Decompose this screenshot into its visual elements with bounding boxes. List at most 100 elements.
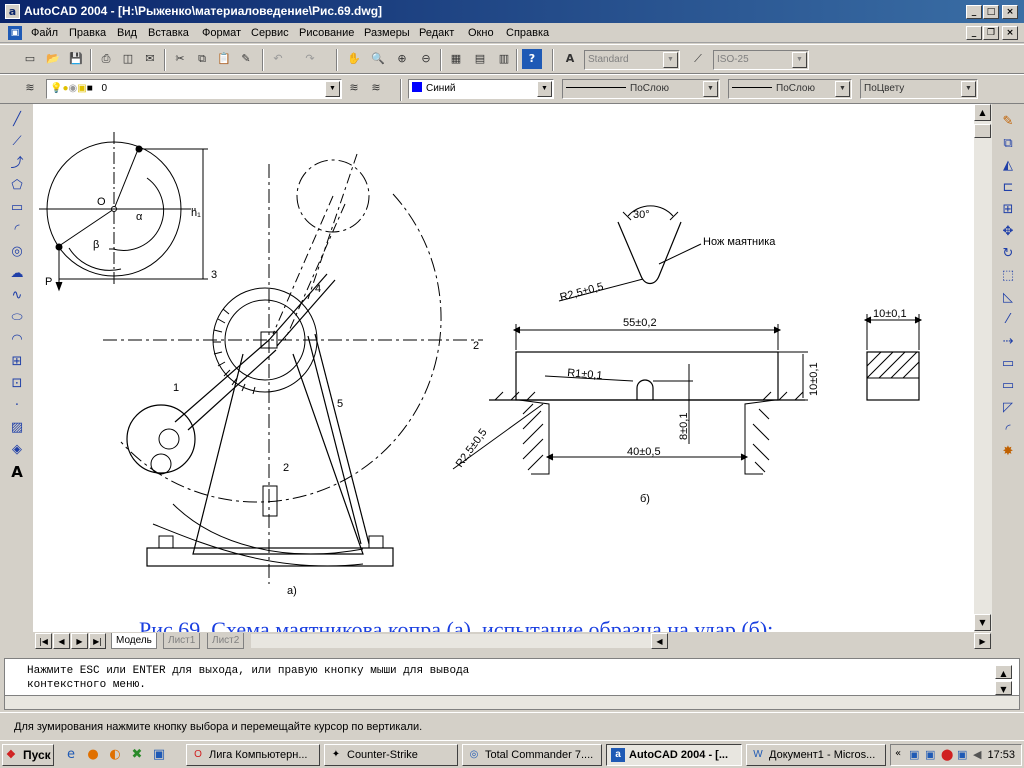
menu-draw[interactable]: Рисование <box>299 27 354 39</box>
tray-expand-icon[interactable]: « <box>895 748 901 759</box>
layer-manager-icon[interactable]: ≋ <box>20 78 40 98</box>
menu-edit[interactable]: Правка <box>69 27 106 39</box>
dim-style-icon[interactable]: ⟋ <box>688 49 708 69</box>
hscroll-left-icon[interactable]: ◀ <box>651 633 668 649</box>
autocad-app-icon[interactable]: a <box>5 4 20 19</box>
copy-icon[interactable]: ⧉ <box>192 49 212 69</box>
zoom-realtime-icon[interactable]: 🔍 <box>368 49 388 69</box>
trim-icon[interactable]: ⁄ <box>998 310 1018 330</box>
document-icon[interactable]: ▣ <box>8 26 22 40</box>
make-block-icon[interactable]: ⊡ <box>7 374 27 394</box>
ie-icon[interactable]: e <box>62 746 80 764</box>
explode-icon[interactable]: ✸ <box>998 442 1018 462</box>
revcloud-icon[interactable]: ☁ <box>7 264 27 284</box>
chamfer-icon[interactable]: ◸ <box>998 398 1018 418</box>
scroll-thumb[interactable] <box>974 124 991 138</box>
task-liga[interactable]: O Лига Компьютерн... <box>186 744 320 766</box>
tab-model[interactable]: Модель <box>111 633 157 649</box>
ellipse-arc-icon[interactable]: ◠ <box>7 330 27 350</box>
tool-palettes-icon[interactable]: ▥ <box>494 49 514 69</box>
volume-icon[interactable]: ◀ <box>973 748 981 761</box>
offset-icon[interactable]: ⊏ <box>998 178 1018 198</box>
cmd-scroll-down-icon[interactable]: ▼ <box>995 681 1012 695</box>
arc-icon[interactable]: ◜ <box>7 220 27 240</box>
ellipse-icon[interactable]: ⬭ <box>7 308 27 328</box>
pan-icon[interactable]: ✋ <box>344 49 364 69</box>
task-autocad[interactable]: a AutoCAD 2004 - [... <box>606 744 742 766</box>
tab-last-icon[interactable]: ▶| <box>89 633 106 649</box>
zoom-window-icon[interactable]: ⊕ <box>392 49 412 69</box>
command-input[interactable] <box>5 695 1019 709</box>
tab-prev-icon[interactable]: ◀ <box>53 633 70 649</box>
publish-icon[interactable]: ✉ <box>140 49 160 69</box>
display-icon[interactable]: ▣ <box>957 748 967 761</box>
firefox-icon[interactable]: ● <box>84 746 102 764</box>
point-icon[interactable]: · <box>7 396 27 416</box>
network2-icon[interactable]: ▣ <box>925 748 935 761</box>
text-style-icon[interactable]: A <box>560 49 580 69</box>
start-button[interactable]: ❖ Пуск <box>2 744 54 766</box>
hscroll-right-icon[interactable]: ▶ <box>974 633 991 649</box>
dim-style-select[interactable]: ISO-25 ▼ <box>713 50 809 70</box>
preview-icon[interactable]: ◫ <box>118 49 138 69</box>
menu-modify[interactable]: Редакт <box>419 27 454 39</box>
linetype-select[interactable]: ПоСлою ▼ <box>562 79 720 99</box>
menu-view[interactable]: Вид <box>117 27 137 39</box>
move-icon[interactable]: ✥ <box>998 222 1018 242</box>
region-icon[interactable]: ◈ <box>7 440 27 460</box>
help-icon[interactable]: ? <box>522 49 542 69</box>
scale-icon[interactable]: ⬚ <box>998 266 1018 286</box>
spline-icon[interactable]: ∿ <box>7 286 27 306</box>
close-button[interactable]: × <box>1002 5 1018 19</box>
print-icon[interactable]: ⎙ <box>96 49 116 69</box>
task-word[interactable]: W Документ1 - Micros... <box>746 744 886 766</box>
cut-icon[interactable]: ✂ <box>170 49 190 69</box>
drawing-canvas[interactable]: O α β h₁ P 3 4 1 5 2 а) 30° Нож маятника… <box>33 104 974 632</box>
menu-format[interactable]: Формат <box>202 27 241 39</box>
tab-sheet2[interactable]: Лист2 <box>207 633 245 649</box>
properties-icon[interactable]: ▦ <box>446 49 466 69</box>
tab-next-icon[interactable]: ▶ <box>71 633 88 649</box>
make-current-layer-icon[interactable]: ≋ <box>344 78 364 98</box>
menu-service[interactable]: Сервис <box>251 27 289 39</box>
break-at-point-icon[interactable]: ▭ <box>998 354 1018 374</box>
mirror-icon[interactable]: ◭ <box>998 156 1018 176</box>
array-icon[interactable]: ⊞ <box>998 200 1018 220</box>
extend-icon[interactable]: ⇢ <box>998 332 1018 352</box>
hatch-icon[interactable]: ▨ <box>7 418 27 438</box>
excel-icon[interactable]: ✖ <box>128 746 146 764</box>
circle-icon[interactable]: ◎ <box>7 242 27 262</box>
copy-object-icon[interactable]: ⧉ <box>998 134 1018 154</box>
undo-icon[interactable]: ↶ <box>268 49 288 69</box>
mtext-icon[interactable]: A <box>7 462 27 482</box>
plotstyle-select[interactable]: ПоЦвету ▼ <box>860 79 978 99</box>
zoom-previous-icon[interactable]: ⊖ <box>416 49 436 69</box>
cmd-scroll-up-icon[interactable]: ▲ <box>995 665 1012 679</box>
minimize-button[interactable]: _ <box>966 5 982 19</box>
redo-icon[interactable]: ↷ <box>300 49 320 69</box>
design-center-icon[interactable]: ▤ <box>470 49 490 69</box>
tab-sheet1[interactable]: Лист1 <box>163 633 201 649</box>
scroll-down-icon[interactable]: ▼ <box>974 614 991 631</box>
text-style-select[interactable]: Standard ▼ <box>584 50 680 70</box>
nero-icon[interactable]: ◐ <box>106 746 124 764</box>
rotate-icon[interactable]: ↻ <box>998 244 1018 264</box>
scroll-up-icon[interactable]: ▲ <box>974 104 991 121</box>
menu-help[interactable]: Справка <box>506 27 549 39</box>
menu-dimension[interactable]: Размеры <box>364 27 410 39</box>
antivirus-icon[interactable]: ⬤ <box>941 748 953 761</box>
tab-first-icon[interactable]: |◀ <box>35 633 52 649</box>
layer-select[interactable]: 💡●◉▣■ 0 ▼ <box>46 79 342 99</box>
polygon-icon[interactable]: ⬠ <box>7 176 27 196</box>
paste-icon[interactable]: 📋 <box>214 49 234 69</box>
doc-close-button[interactable]: × <box>1002 26 1018 40</box>
doc-restore-button[interactable]: ❐ <box>983 26 999 40</box>
erase-icon[interactable]: ✎ <box>998 112 1018 132</box>
polyline-icon[interactable]: ⤴ <box>7 154 27 174</box>
task-total-commander[interactable]: ◎ Total Commander 7.... <box>462 744 602 766</box>
new-icon[interactable]: ▭ <box>20 49 40 69</box>
layer-previous-icon[interactable]: ≋ <box>366 78 386 98</box>
horizontal-scrollbar[interactable] <box>251 634 651 648</box>
lineweight-select[interactable]: ПоСлою ▼ <box>728 79 852 99</box>
fillet-icon[interactable]: ◜ <box>998 420 1018 440</box>
